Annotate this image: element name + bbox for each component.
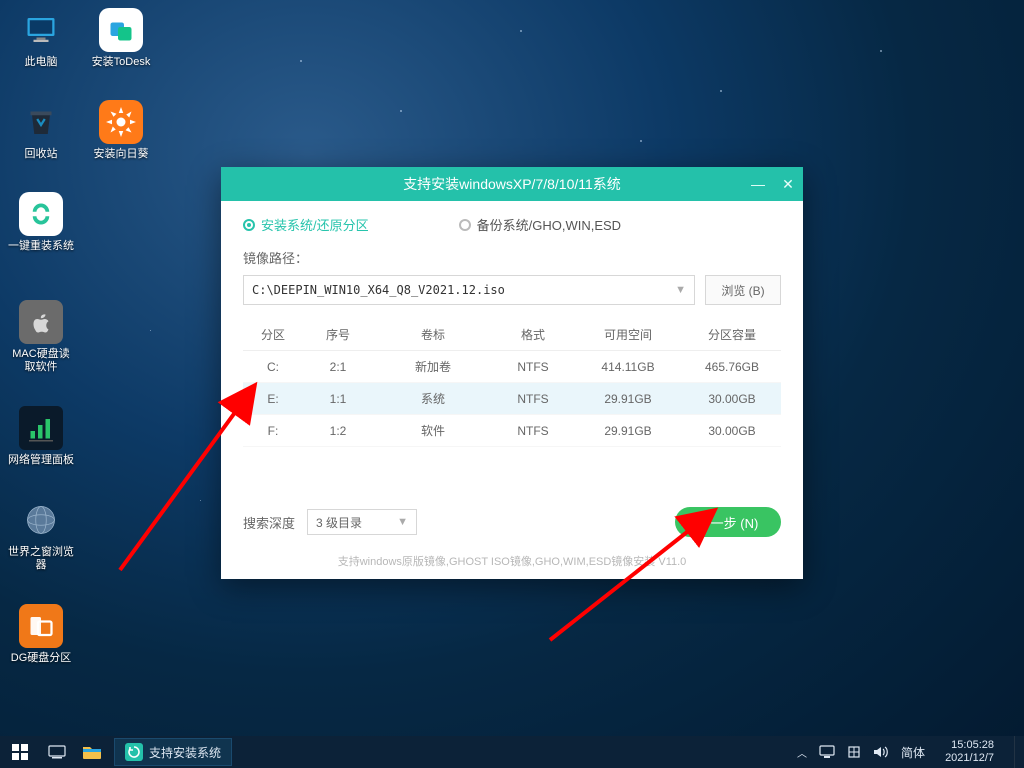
tray-clock[interactable]: 15:05:28 2021/12/7 (937, 739, 1002, 765)
next-button[interactable]: 下一步 (N) (675, 507, 781, 537)
cell-format: NTFS (493, 351, 573, 383)
image-path-dropdown[interactable]: ▼ (243, 275, 695, 305)
tray-volume-icon[interactable] (873, 745, 889, 759)
tray-ime[interactable]: 简体 (901, 744, 925, 761)
browse-label: 浏览 (B) (721, 282, 764, 299)
desktop-icon-label: MAC硬盘读 取软件 (6, 348, 76, 374)
show-desktop-button[interactable] (1014, 736, 1020, 768)
explorer-button[interactable] (74, 736, 110, 768)
cell-index: 1:2 (303, 415, 373, 447)
close-button[interactable]: ✕ (779, 175, 797, 193)
desktop-icon-label: 一键重装系统 (6, 240, 76, 253)
partition-row[interactable]: F:1:2软件NTFS29.91GB30.00GB (243, 415, 781, 447)
desktop-icon-macdisk[interactable]: MAC硬盘读 取软件 (6, 300, 76, 374)
desktop-icon-netpanel[interactable]: 网络管理面板 (6, 406, 76, 467)
task-app-icon (125, 743, 143, 761)
cell-index: 2:1 (303, 351, 373, 383)
cell-total: 30.00GB (683, 383, 781, 415)
cell-volume: 软件 (373, 415, 493, 447)
cell-volume: 系统 (373, 383, 493, 415)
partition-row[interactable]: C:2:1新加卷NTFS414.11GB465.76GB (243, 351, 781, 383)
chevron-down-icon: ▼ (675, 284, 686, 296)
taskbar-task-installer[interactable]: 支持安装系统 (114, 738, 232, 766)
installer-window: 支持安装windowsXP/7/8/10/11系统 — ✕ 安装系统/还原分区 … (221, 167, 803, 579)
clock-time: 15:05:28 (945, 739, 994, 752)
desktop-icon-label: 世界之窗浏览 器 (6, 546, 76, 572)
cell-total: 465.76GB (683, 351, 781, 383)
tray-monitor-icon[interactable] (819, 745, 835, 759)
desktop-icon-browser[interactable]: 世界之窗浏览 器 (6, 498, 76, 572)
radio-dot-icon (459, 219, 471, 231)
clock-date: 2021/12/7 (945, 752, 994, 765)
desktop-icon-label: 安装ToDesk (86, 56, 156, 69)
desktop-icon-todesk[interactable]: 安装ToDesk (86, 8, 156, 69)
radio-backup[interactable]: 备份系统/GHO,WIN,ESD (459, 215, 621, 234)
cell-total: 30.00GB (683, 415, 781, 447)
minimize-button[interactable]: — (749, 175, 767, 193)
partition-table: 分区 序号 卷标 格式 可用空间 分区容量 C:2:1新加卷NTFS414.11… (243, 319, 781, 447)
desktop-icon-label: 网络管理面板 (6, 454, 76, 467)
col-drive: 分区 (243, 319, 303, 351)
cell-drive: C: (243, 351, 303, 383)
search-depth-select[interactable]: 3 级目录 ▼ (307, 509, 417, 535)
footer-note: 支持windows原版镜像,GHOST ISO镜像,GHO,WIM,ESD镜像安… (243, 553, 781, 569)
search-depth-label: 搜索深度 (243, 513, 295, 532)
radio-dot-icon (243, 219, 255, 231)
cell-drive: F: (243, 415, 303, 447)
partition-row[interactable]: E:1:1系统NTFS29.91GB30.00GB (243, 383, 781, 415)
col-total: 分区容量 (683, 319, 781, 351)
col-format: 格式 (493, 319, 573, 351)
desktop-icon-recycle[interactable]: 回收站 (6, 100, 76, 161)
col-free: 可用空间 (573, 319, 683, 351)
tray-chevron-up-icon[interactable]: ︿ (797, 745, 807, 760)
cell-free: 29.91GB (573, 415, 683, 447)
cell-drive: E: (243, 383, 303, 415)
desktop-icon-sunflower[interactable]: 安装向日葵 (86, 100, 156, 161)
taskview-button[interactable] (40, 736, 74, 768)
desktop-icon-thispc[interactable]: 此电脑 (6, 8, 76, 69)
desktop-icon-label: 安装向日葵 (86, 148, 156, 161)
search-depth-value: 3 级目录 (316, 514, 362, 531)
cell-format: NTFS (493, 383, 573, 415)
cell-free: 29.91GB (573, 383, 683, 415)
window-title: 支持安装windowsXP/7/8/10/11系统 (403, 174, 621, 194)
desktop-icon-label: 回收站 (6, 148, 76, 161)
window-titlebar[interactable]: 支持安装windowsXP/7/8/10/11系统 — ✕ (221, 167, 803, 201)
cell-format: NTFS (493, 415, 573, 447)
desktop: 此电脑 回收站 一键重装系统 MAC硬盘读 取软件 网络管理面板 世界之窗浏览 … (0, 0, 1024, 768)
col-index: 序号 (303, 319, 373, 351)
browse-button[interactable]: 浏览 (B) (705, 275, 781, 305)
col-volume: 卷标 (373, 319, 493, 351)
radio-label: 安装系统/还原分区 (261, 215, 369, 234)
desktop-icon-label: 此电脑 (6, 56, 76, 69)
desktop-icon-dgdisk[interactable]: DG硬盘分区 (6, 604, 76, 665)
chevron-down-icon: ▼ (397, 516, 408, 528)
image-path-label: 镜像路径： (243, 248, 781, 267)
ime-label: 简体 (901, 744, 925, 761)
cell-free: 414.11GB (573, 351, 683, 383)
desktop-icon-reinstall[interactable]: 一键重装系统 (6, 192, 76, 253)
tray-network-icon[interactable] (847, 745, 861, 759)
next-label: 下一步 (N) (698, 513, 759, 532)
start-button[interactable] (0, 736, 40, 768)
desktop-icon-label: DG硬盘分区 (6, 652, 76, 665)
taskbar: 支持安装系统 ︿ 简体 15:05:28 2021/12/7 (0, 736, 1024, 768)
radio-label: 备份系统/GHO,WIN,ESD (477, 215, 621, 234)
cell-volume: 新加卷 (373, 351, 493, 383)
cell-index: 1:1 (303, 383, 373, 415)
task-label: 支持安装系统 (149, 744, 221, 761)
radio-install-restore[interactable]: 安装系统/还原分区 (243, 215, 369, 234)
image-path-input[interactable] (252, 283, 675, 297)
